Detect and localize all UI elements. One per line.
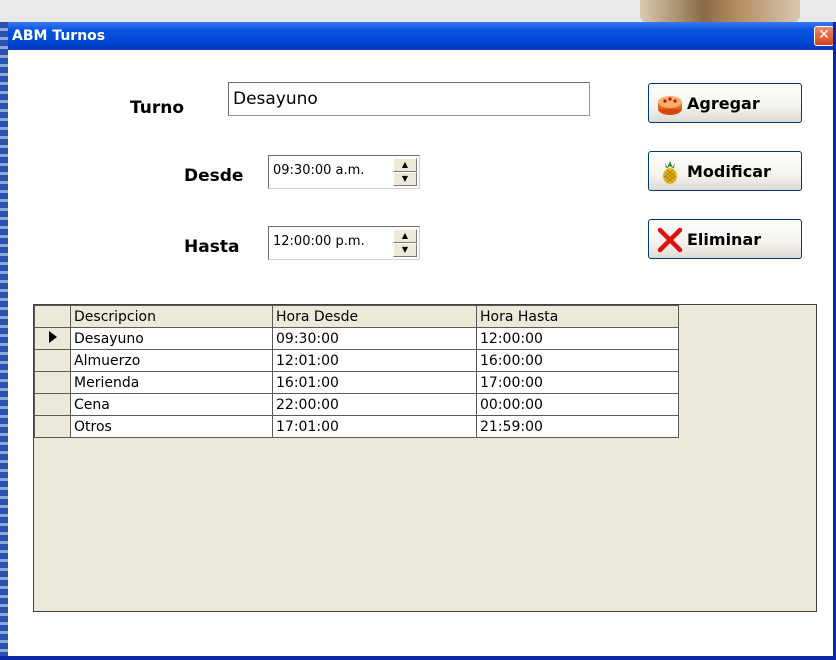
row-header[interactable] <box>34 349 71 372</box>
desde-spin-down[interactable]: ▼ <box>393 172 417 186</box>
modificar-label: Modificar <box>687 162 771 181</box>
desktop-background-strip <box>0 0 836 22</box>
cell-hora-hasta[interactable]: 16:00:00 <box>476 349 679 372</box>
desde-time-picker[interactable]: 09:30:00 a.m. ▲ ▼ <box>268 155 420 189</box>
row-header[interactable] <box>34 371 71 394</box>
table-row[interactable]: Merienda 16:01:00 17:00:00 <box>34 371 679 394</box>
cell-hora-hasta[interactable]: 00:00:00 <box>476 393 679 416</box>
table-row[interactable]: Almuerzo 12:01:00 16:00:00 <box>34 349 679 372</box>
column-header-hora-desde[interactable]: Hora Desde <box>272 305 477 328</box>
cell-hora-desde[interactable]: 22:00:00 <box>272 393 477 416</box>
cell-hora-hasta[interactable]: 17:00:00 <box>476 371 679 394</box>
cell-hora-hasta[interactable]: 21:59:00 <box>476 415 679 438</box>
table-row[interactable]: Otros 17:01:00 21:59:00 <box>34 415 679 438</box>
turno-input[interactable] <box>228 82 590 116</box>
hasta-label: Hasta <box>184 237 240 257</box>
agregar-button[interactable]: Agregar <box>648 83 802 123</box>
window-title: ABM Turnos <box>12 28 106 44</box>
column-header-descripcion[interactable]: Descripcion <box>70 305 273 328</box>
cell-descripcion[interactable]: Merienda <box>70 371 273 394</box>
arrow-up-icon: ▲ <box>401 231 409 240</box>
hasta-spin-down[interactable]: ▼ <box>393 243 417 257</box>
cell-descripcion[interactable]: Desayuno <box>70 327 273 350</box>
cell-hora-desde[interactable]: 09:30:00 <box>272 327 477 350</box>
desde-time-value: 09:30:00 a.m. <box>273 163 365 178</box>
close-icon: ✕ <box>818 27 830 43</box>
cell-descripcion[interactable]: Otros <box>70 415 273 438</box>
cell-hora-desde[interactable]: 12:01:00 <box>272 349 477 372</box>
column-header-hora-hasta[interactable]: Hora Hasta <box>476 305 679 328</box>
header-corner <box>34 305 71 328</box>
eliminar-label: Eliminar <box>687 230 762 249</box>
cake-icon <box>658 96 682 115</box>
red-x-icon <box>657 227 683 253</box>
modificar-button[interactable]: Modificar <box>648 151 802 191</box>
cell-hora-desde[interactable]: 17:01:00 <box>272 415 477 438</box>
row-header-selected[interactable] <box>34 327 71 350</box>
table-row[interactable]: Cena 22:00:00 00:00:00 <box>34 393 679 416</box>
arrow-down-icon: ▼ <box>401 174 409 183</box>
row-selector-arrow-icon <box>48 330 57 343</box>
desde-spin-up[interactable]: ▲ <box>393 158 417 172</box>
turno-label: Turno <box>130 98 184 118</box>
row-header[interactable] <box>34 415 71 438</box>
hasta-time-value: 12:00:00 p.m. <box>273 234 365 249</box>
pineapple-icon <box>663 161 677 184</box>
window-bottom-border <box>0 656 836 660</box>
window-left-border <box>0 22 8 660</box>
abm-turnos-window: ABM Turnos ✕ Turno Desde 09:30:00 a.m. ▲… <box>0 22 836 660</box>
close-button[interactable]: ✕ <box>814 26 834 46</box>
turnos-data-grid[interactable]: Descripcion Hora Desde Hora Hasta Desayu… <box>33 304 817 612</box>
hasta-spin-up[interactable]: ▲ <box>393 229 417 243</box>
cell-hora-hasta[interactable]: 12:00:00 <box>476 327 679 350</box>
agregar-label: Agregar <box>687 94 760 113</box>
desktop-wallpaper-fragment <box>640 0 800 22</box>
hasta-time-picker[interactable]: 12:00:00 p.m. ▲ ▼ <box>268 226 420 260</box>
cell-descripcion[interactable]: Almuerzo <box>70 349 273 372</box>
title-bar[interactable]: ABM Turnos ✕ <box>0 22 836 50</box>
cell-descripcion[interactable]: Cena <box>70 393 273 416</box>
grid-header-row: Descripcion Hora Desde Hora Hasta <box>34 305 679 328</box>
desde-label: Desde <box>184 166 244 186</box>
row-header[interactable] <box>34 393 71 416</box>
table-row[interactable]: Desayuno 09:30:00 12:00:00 <box>34 327 679 350</box>
cell-hora-desde[interactable]: 16:01:00 <box>272 371 477 394</box>
eliminar-button[interactable]: Eliminar <box>648 219 802 259</box>
arrow-down-icon: ▼ <box>401 245 409 254</box>
arrow-up-icon: ▲ <box>401 160 409 169</box>
